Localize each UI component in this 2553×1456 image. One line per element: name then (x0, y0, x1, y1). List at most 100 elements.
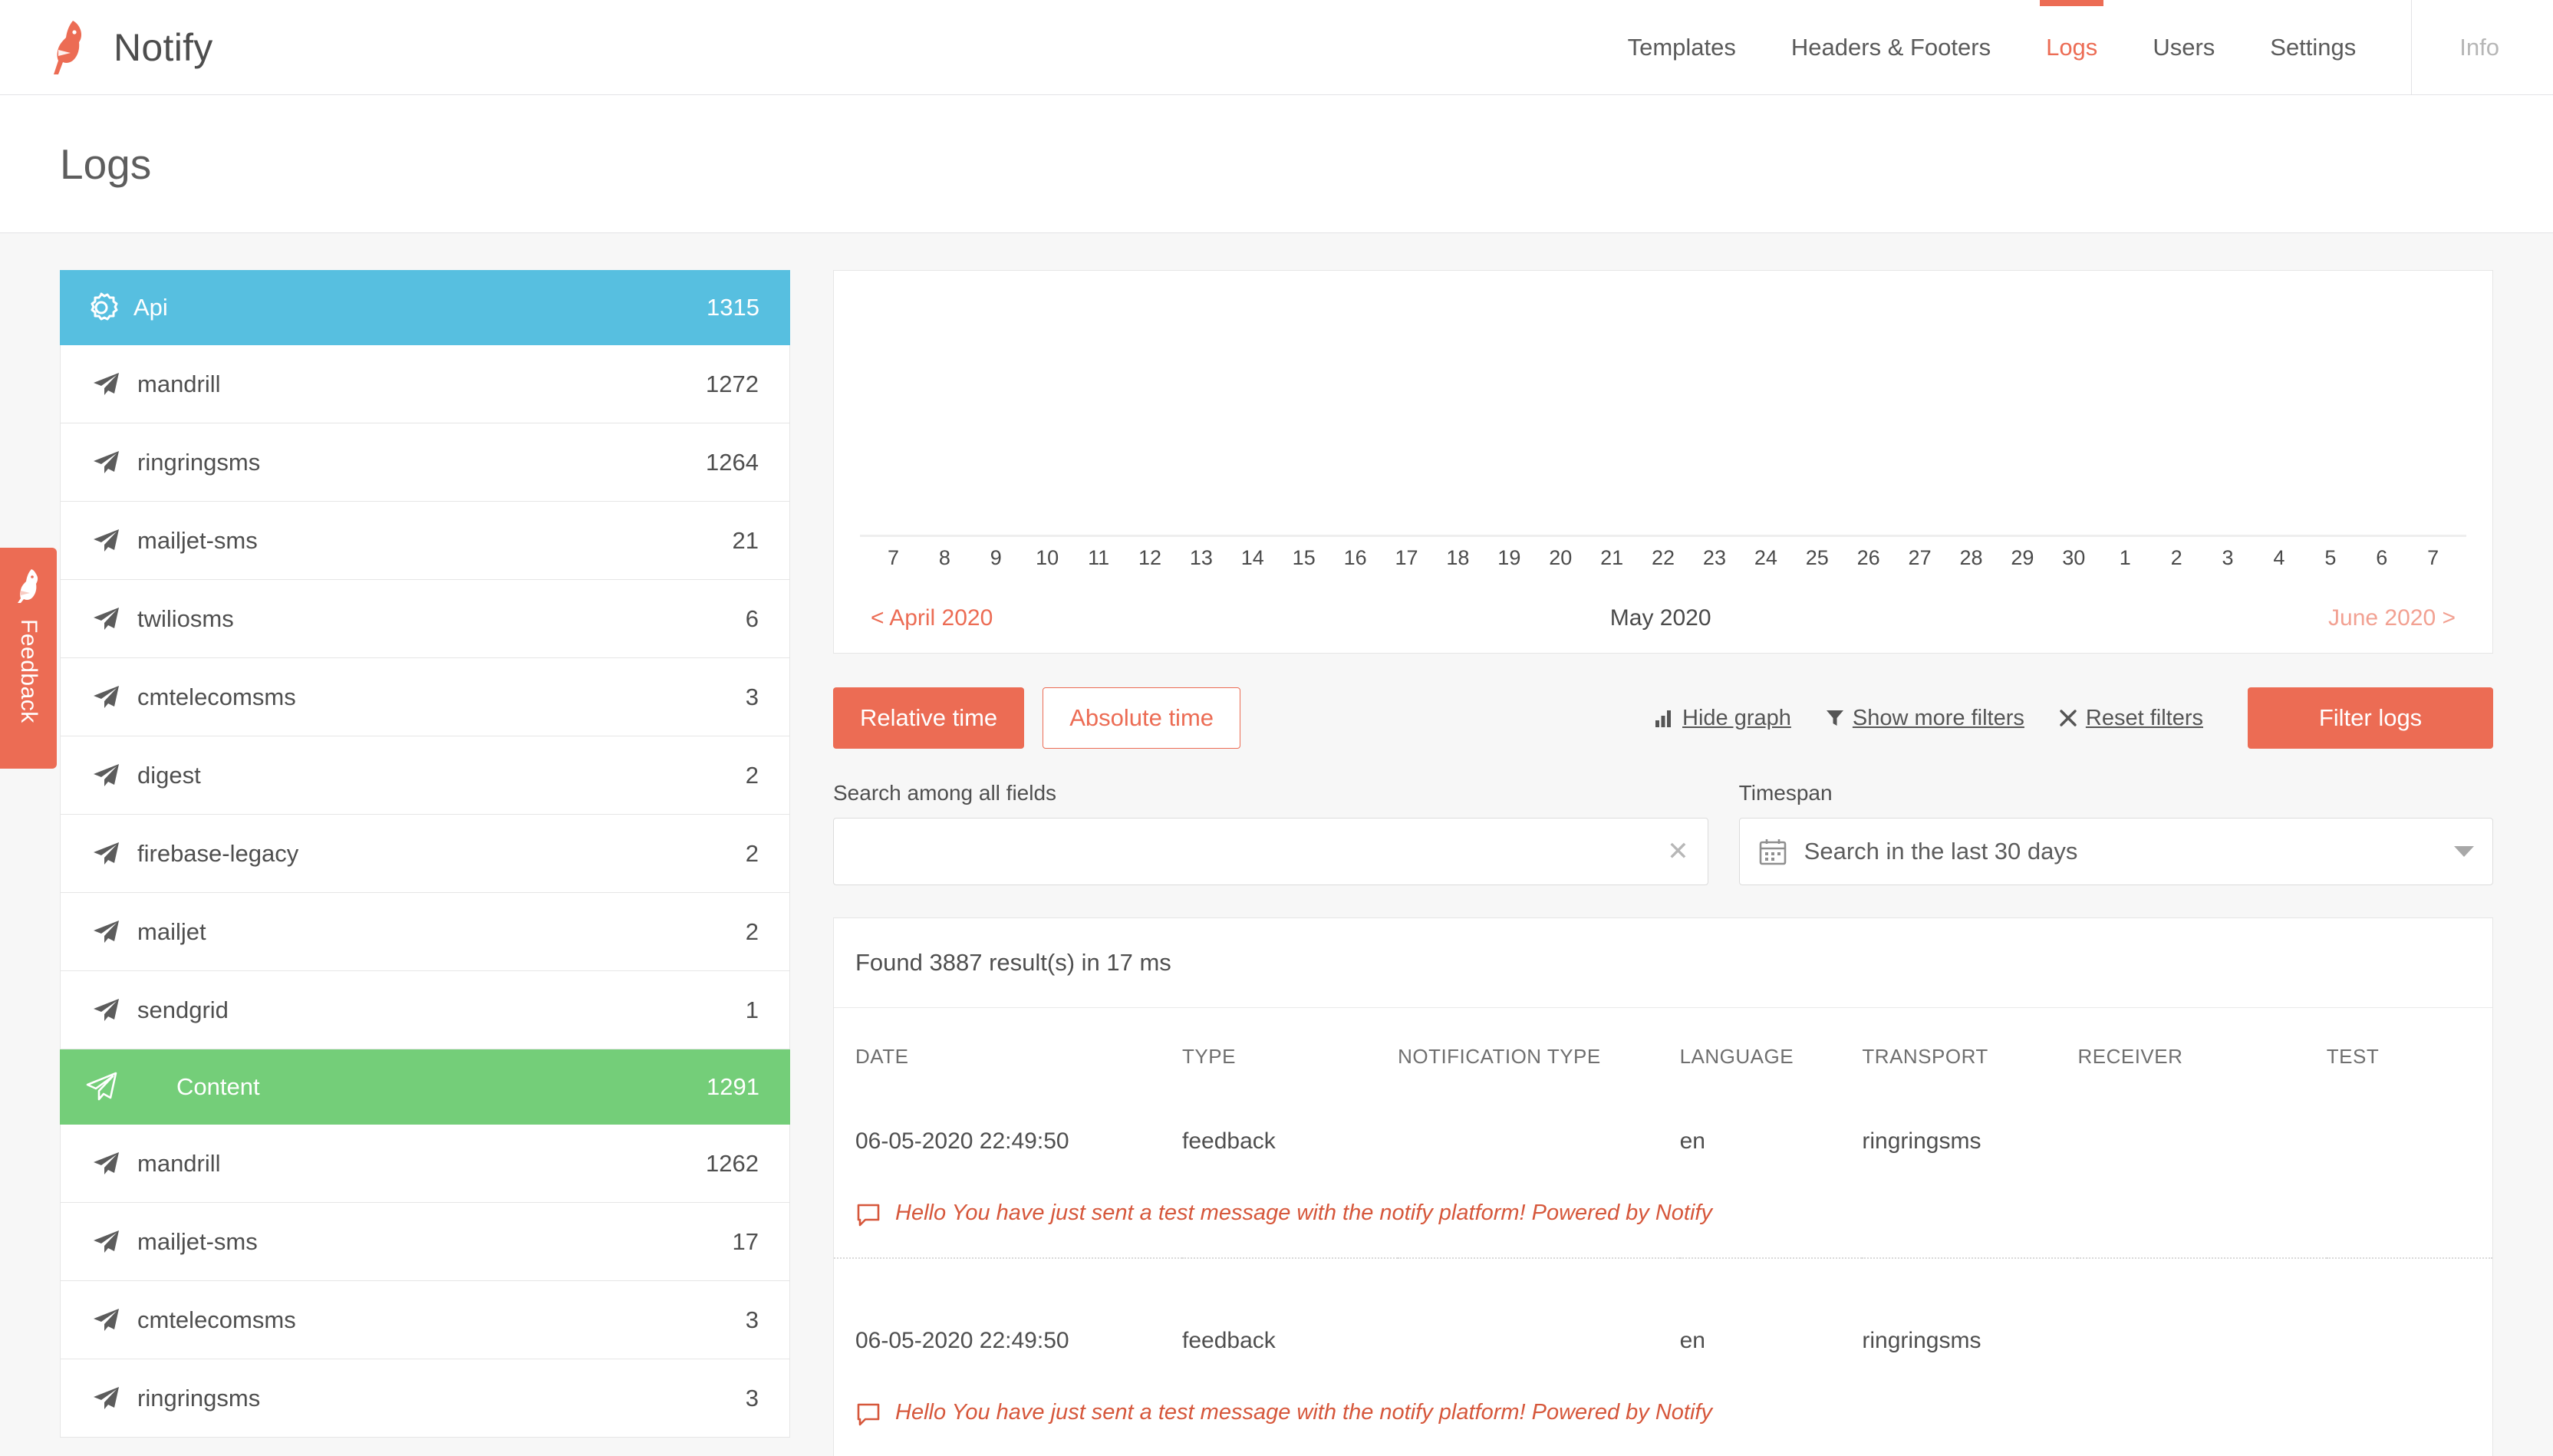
cell-message: Hello You have just sent a test message … (834, 1377, 2492, 1456)
bar-slot-16[interactable] (1329, 294, 1381, 535)
relative-time-button[interactable]: Relative time (833, 687, 1025, 749)
bar-slot-6[interactable] (2356, 294, 2407, 535)
bar-slot-9[interactable] (970, 294, 1022, 535)
hide-graph-link[interactable]: Hide graph (1655, 706, 1791, 731)
bar-slot-7[interactable] (868, 294, 919, 535)
bar-slot-29[interactable] (1997, 294, 2048, 535)
logs-histogram-plot[interactable] (860, 294, 2466, 537)
sidebar-group-content-count: 1291 (707, 1073, 759, 1100)
clear-search-icon[interactable]: ✕ (1658, 838, 1689, 865)
sidebar-item-label: firebase-legacy (137, 839, 299, 867)
nav-item-headers-footers[interactable]: Headers & Footers (1764, 0, 2018, 94)
column-header-test[interactable]: TEST (2327, 1008, 2492, 1105)
bar-slot-11[interactable] (1073, 294, 1125, 535)
sidebar-item-content-mandrill[interactable]: mandrill 1262 (60, 1125, 790, 1203)
cell-transport: ringringsms (1862, 1128, 1981, 1154)
bar-slot-8[interactable] (919, 294, 970, 535)
search-label: Search among all fields (833, 781, 1057, 805)
nav-item-templates[interactable]: Templates (1600, 0, 1764, 94)
nav-item-logs[interactable]: Logs (2018, 0, 2125, 94)
next-month-link[interactable]: June 2020 > (2328, 605, 2456, 631)
bar-slot-27[interactable] (1894, 294, 1945, 535)
sidebar-item-content-mailjet-sms[interactable]: mailjet-sms 17 (60, 1203, 790, 1281)
cell-test (2327, 1105, 2492, 1178)
bar-slot-10[interactable] (1022, 294, 1073, 535)
search-input[interactable] (852, 838, 1659, 865)
bar-slot-14[interactable] (1227, 294, 1278, 535)
sidebar-group-api-label: Api (133, 294, 168, 321)
bar-slot-24[interactable] (1740, 294, 1791, 535)
brand[interactable]: Notify (0, 0, 213, 94)
bar-slot-18[interactable] (1432, 294, 1484, 535)
column-header-language[interactable]: LANGUAGE (1680, 1008, 1863, 1105)
sidebar-group-api[interactable]: Api 1315 (60, 270, 790, 345)
nav-item-users[interactable]: Users (2125, 0, 2242, 94)
sidebar-item-api-cmtelecomsms[interactable]: cmtelecomsms 3 (60, 658, 790, 736)
bar-slot-13[interactable] (1175, 294, 1227, 535)
sidebar-item-api-twiliosms[interactable]: twiliosms 6 (60, 580, 790, 658)
bar-slot-2[interactable] (2151, 294, 2202, 535)
nav-item-info[interactable]: Info (2459, 34, 2499, 61)
sidebar-item-api-mailjet[interactable]: mailjet 2 (60, 893, 790, 971)
sidebar-item-count: 2 (745, 761, 759, 789)
x-tick-label: 6 (2376, 546, 2388, 569)
paper-plane-icon (91, 761, 120, 790)
sidebar-item-label: mailjet (137, 917, 206, 945)
x-tick-label: 25 (1805, 546, 1829, 569)
table-row[interactable]: 06-05-2020 22:49:50 feedback en ringring… (834, 1305, 2492, 1377)
top-navbar: Notify Templates Headers & Footers Logs … (0, 0, 2553, 95)
cell-notification-type (1398, 1105, 1680, 1178)
sidebar-item-api-ringringsms[interactable]: ringringsms 1264 (60, 423, 790, 502)
paper-plane-icon (91, 604, 120, 634)
feedback-label: Feedback (16, 619, 41, 723)
bar-slot-12[interactable] (1125, 294, 1176, 535)
logs-table: DATE TYPE NOTIFICATION TYPE LANGUAGE TRA… (834, 1008, 2492, 1456)
sidebar-item-content-ringringsms[interactable]: ringringsms 3 (60, 1359, 790, 1438)
sidebar-item-api-digest[interactable]: digest 2 (60, 736, 790, 815)
column-header-receiver[interactable]: RECEIVER (2077, 1008, 2326, 1105)
bar-slot-17[interactable] (1381, 294, 1432, 535)
bar-slot-15[interactable] (1278, 294, 1329, 535)
bar-slot-26[interactable] (1843, 294, 1894, 535)
paper-plane-icon (91, 526, 120, 555)
bar-slot-1[interactable] (2100, 294, 2151, 535)
timespan-select[interactable]: Search in the last 30 days (1738, 818, 2493, 885)
bar-slot-3[interactable] (2202, 294, 2254, 535)
chart-month-nav: < April 2020 May 2020 June 2020 > (860, 605, 2466, 636)
bar-slot-19[interactable] (1484, 294, 1535, 535)
column-header-transport[interactable]: TRANSPORT (1862, 1008, 2077, 1105)
prev-month-link[interactable]: < April 2020 (871, 605, 993, 631)
column-header-type[interactable]: TYPE (1182, 1008, 1398, 1105)
table-row[interactable]: 06-05-2020 22:49:50 feedback en ringring… (834, 1105, 2492, 1178)
column-header-date[interactable]: DATE (834, 1008, 1182, 1105)
sidebar-item-api-sendgrid[interactable]: sendgrid 1 (60, 971, 790, 1049)
sidebar-item-content-cmtelecomsms[interactable]: cmtelecomsms 3 (60, 1281, 790, 1359)
nav-item-settings[interactable]: Settings (2242, 0, 2383, 94)
search-input-wrap[interactable]: ✕ (833, 818, 1708, 885)
navbar-right: Info (2411, 0, 2553, 94)
cell-date: 06-05-2020 22:49:50 (855, 1128, 1069, 1154)
paper-plane-icon (91, 839, 120, 868)
bar-slot-20[interactable] (1535, 294, 1586, 535)
bar-slot-5[interactable] (2304, 294, 2356, 535)
bar-slot-23[interactable] (1689, 294, 1741, 535)
bar-slot-4[interactable] (2253, 294, 2304, 535)
bar-slot-28[interactable] (1945, 294, 1997, 535)
show-more-filters-link[interactable]: Show more filters (1825, 706, 2024, 731)
bar-slot-25[interactable] (1791, 294, 1843, 535)
bar-slot-22[interactable] (1638, 294, 1689, 535)
sidebar-item-api-mandrill[interactable]: mandrill 1272 (60, 345, 790, 423)
timespan-field-group: Timespan Search in the last 30 days (1738, 781, 2493, 885)
column-header-notification-type[interactable]: NOTIFICATION TYPE (1398, 1008, 1680, 1105)
filter-logs-button[interactable]: Filter logs (2248, 687, 2493, 749)
sidebar-group-content[interactable]: Content 1291 (60, 1049, 790, 1125)
chevron-down-icon[interactable] (2454, 846, 2474, 857)
absolute-time-button[interactable]: Absolute time (1043, 687, 1241, 749)
reset-filters-link[interactable]: Reset filters (2058, 706, 2203, 731)
bar-slot-30[interactable] (2048, 294, 2100, 535)
sidebar-item-api-mailjet-sms[interactable]: mailjet-sms 21 (60, 502, 790, 580)
feedback-tab[interactable]: Feedback (0, 548, 57, 769)
bar-slot-7[interactable] (2407, 294, 2459, 535)
sidebar-item-api-firebase-legacy[interactable]: firebase-legacy 2 (60, 815, 790, 893)
bar-slot-21[interactable] (1586, 294, 1638, 535)
